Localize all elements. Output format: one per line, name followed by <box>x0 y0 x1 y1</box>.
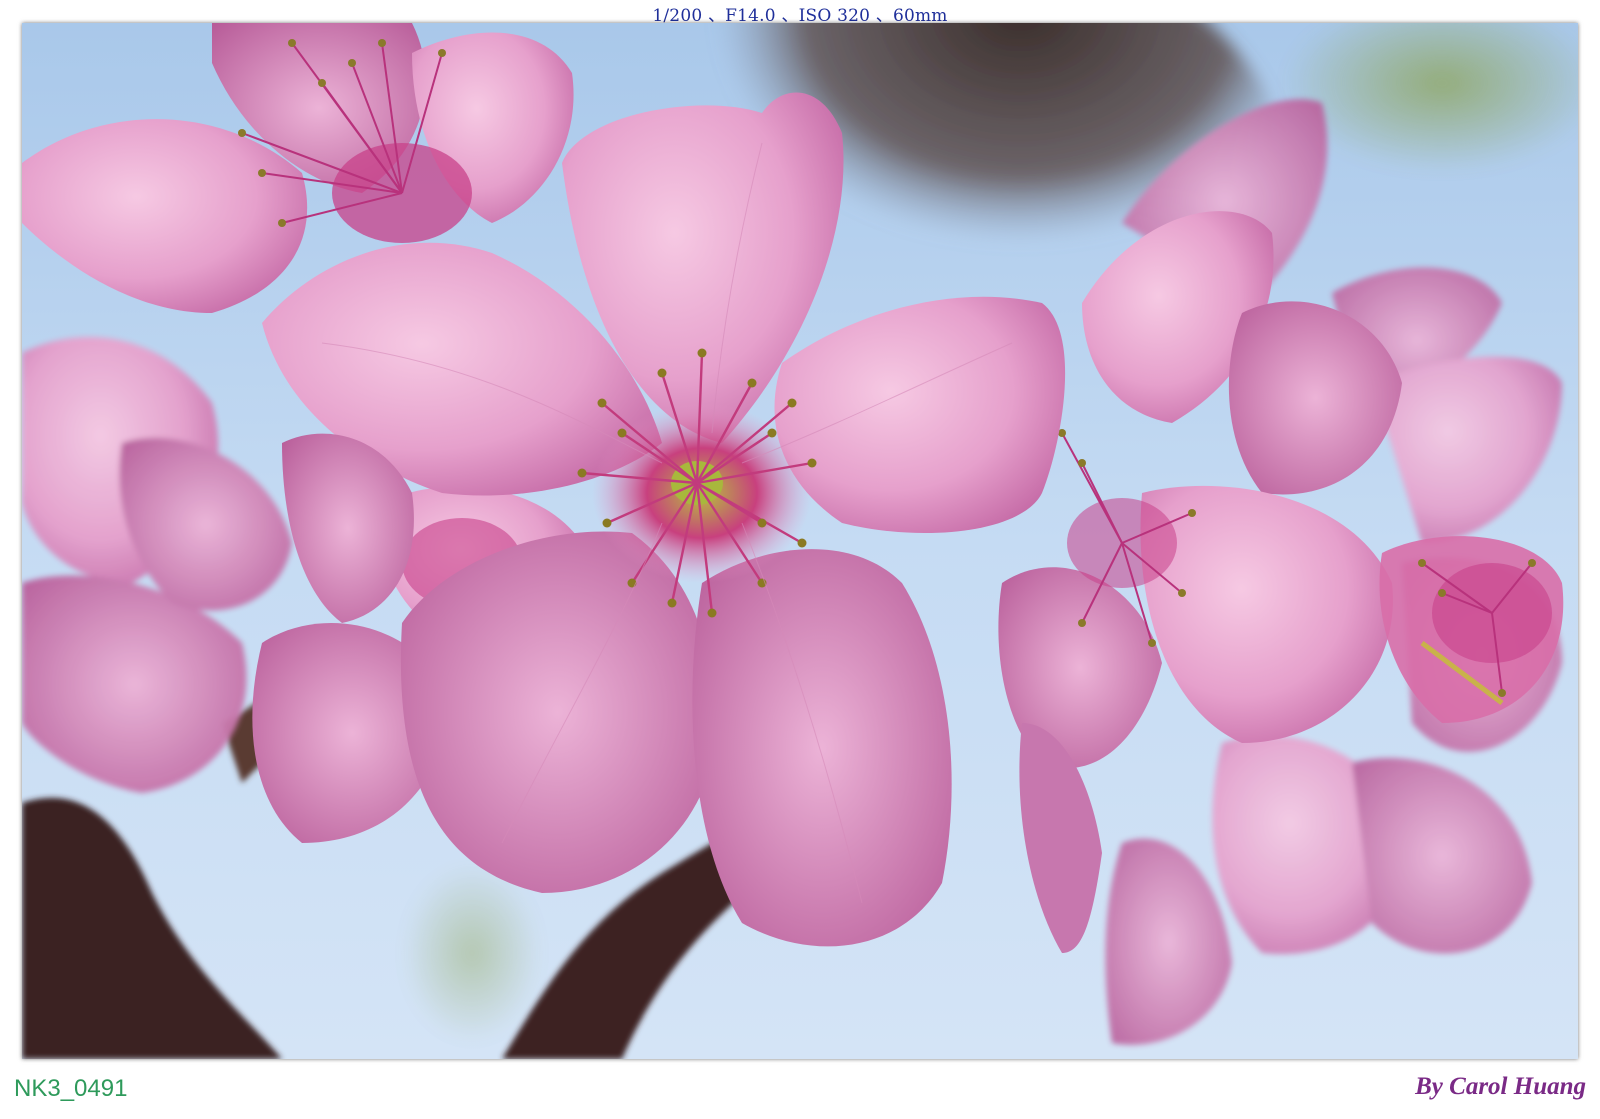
photo-frame: 1/200 、F14.0 、ISO 320 、60mm NK3_0491 By … <box>0 0 1600 1119</box>
file-id-label: NK3_0491 <box>14 1075 128 1102</box>
blossom-photo <box>22 23 1578 1059</box>
photographer-credit: By Carol Huang <box>1415 1073 1586 1100</box>
